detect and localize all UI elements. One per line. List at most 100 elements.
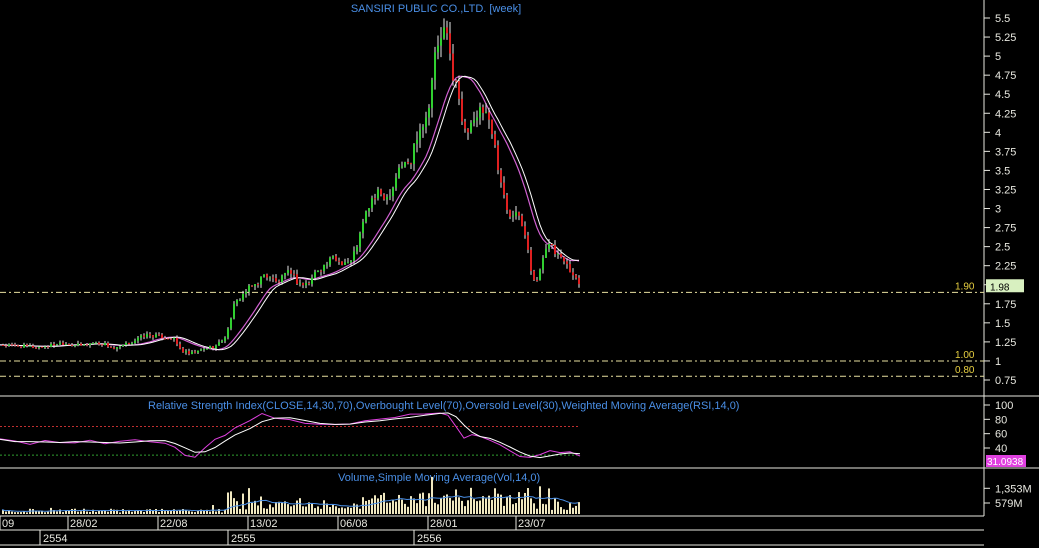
volume-bar xyxy=(575,505,577,514)
volume-bar xyxy=(320,508,322,514)
volume-bar xyxy=(155,509,157,514)
candle-body xyxy=(281,275,283,283)
volume-bar xyxy=(548,488,550,514)
candle-body xyxy=(41,346,43,348)
candle-body xyxy=(167,338,169,340)
candle-body xyxy=(221,340,223,343)
candle-body xyxy=(392,187,394,197)
volume-bar xyxy=(65,510,67,514)
volume-bar xyxy=(272,507,274,514)
candle-body xyxy=(236,300,238,304)
volume-bar xyxy=(449,497,451,514)
candle-body xyxy=(272,277,274,279)
candle-body xyxy=(374,198,376,200)
volume-bar xyxy=(527,488,529,514)
candle-body xyxy=(341,261,343,265)
volume-bar xyxy=(305,506,307,514)
candle-body xyxy=(146,334,148,337)
candle-body xyxy=(137,337,139,341)
date-tick-label: 23/07 xyxy=(518,518,546,530)
volume-bar xyxy=(239,508,241,514)
volume-bar xyxy=(425,506,427,514)
candle-body xyxy=(314,272,316,278)
volume-bar xyxy=(107,511,109,514)
chart-title: SANSIRI PUBLIC CO.,LTD. [week] xyxy=(351,3,521,15)
candle-body xyxy=(443,27,445,39)
candle-body xyxy=(425,117,427,127)
candle-body xyxy=(239,299,241,301)
volume-bar xyxy=(44,512,46,514)
year-tick-label: 2555 xyxy=(231,533,255,545)
volume-bar xyxy=(278,501,280,514)
rsi-tick-label: 100 xyxy=(995,400,1013,412)
candle-body xyxy=(539,269,541,281)
volume-bar xyxy=(248,488,250,514)
candle-body xyxy=(119,346,121,348)
candle-body xyxy=(26,344,28,346)
candle-body xyxy=(308,283,310,285)
volume-bar xyxy=(230,491,232,514)
candle-body xyxy=(278,281,280,283)
volume-bar xyxy=(170,510,172,514)
volume-bar xyxy=(422,492,424,514)
candle-body xyxy=(482,107,484,113)
candle-body xyxy=(383,194,385,200)
volume-bar xyxy=(353,503,355,514)
candle-body xyxy=(296,274,298,285)
volume-bar xyxy=(506,497,508,514)
candle-body xyxy=(101,344,103,346)
volume-bar xyxy=(293,505,295,514)
candle-body xyxy=(107,343,109,347)
volume-bar xyxy=(227,492,229,514)
volume-bar xyxy=(461,500,463,514)
candle-body xyxy=(350,260,352,263)
volume-bar xyxy=(371,498,373,514)
candle-body xyxy=(551,243,553,246)
volume-bar xyxy=(80,511,82,514)
candle-body xyxy=(476,117,478,121)
candle-body xyxy=(560,253,562,258)
candle-body xyxy=(353,251,355,261)
volume-bar xyxy=(68,510,70,514)
candle-body xyxy=(335,256,337,261)
candle-body xyxy=(17,345,19,347)
candle-body xyxy=(461,98,463,122)
candle-body xyxy=(113,347,115,349)
rsi-tick-label: 80 xyxy=(995,414,1007,426)
candle-body xyxy=(116,347,118,349)
date-tick-label: 09 xyxy=(2,518,14,530)
candle-body xyxy=(527,235,529,250)
volume-bar xyxy=(299,498,301,514)
candle-body xyxy=(47,346,49,348)
volume-bar xyxy=(260,496,262,514)
volume-bar xyxy=(491,499,493,514)
volume-bar xyxy=(563,509,565,514)
volume-bar xyxy=(380,495,382,514)
candle-body xyxy=(488,112,490,120)
candle-body xyxy=(104,343,106,346)
candle-body xyxy=(38,346,40,348)
volume-bar xyxy=(125,511,127,514)
volume-bar xyxy=(467,500,469,514)
volume-bar xyxy=(323,500,325,514)
candle-body xyxy=(548,243,550,249)
volume-bar xyxy=(302,506,304,514)
candle-body xyxy=(542,257,544,270)
volume-bar xyxy=(515,503,517,514)
candle-body xyxy=(242,293,244,300)
volume-bar xyxy=(143,512,145,514)
volume-bar xyxy=(326,503,328,514)
candle-body xyxy=(200,349,202,351)
level-label: 1.90 xyxy=(955,281,975,292)
volume-bar xyxy=(167,510,169,514)
candle-body xyxy=(536,279,538,281)
volume-bar xyxy=(569,503,571,514)
candle-body xyxy=(128,342,130,345)
date-tick-label: 22/08 xyxy=(160,518,188,530)
candle-body xyxy=(290,270,292,274)
candle-body xyxy=(11,344,13,346)
candle-body xyxy=(368,208,370,212)
price-tick-label: 4.75 xyxy=(995,70,1016,82)
volume-bar xyxy=(503,505,505,514)
candle-body xyxy=(503,182,505,195)
